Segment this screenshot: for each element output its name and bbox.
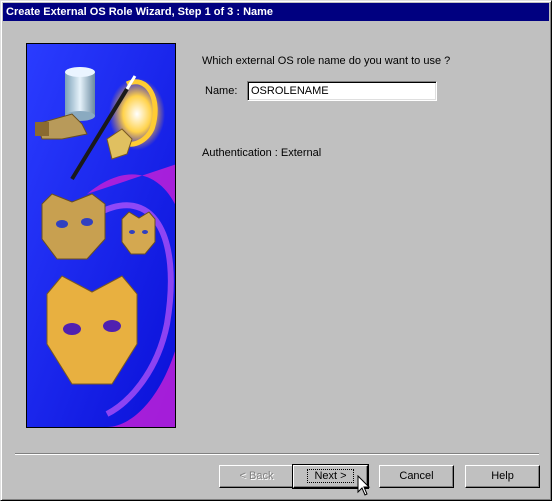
back-button-label: < Back [239,470,274,482]
help-button[interactable]: Help [465,465,540,488]
wizard-illustration [26,43,176,428]
button-separator [15,453,539,455]
authentication-text: Authentication : External [202,147,322,159]
wizard-window: Create External OS Role Wizard, Step 1 o… [0,0,552,501]
name-label: Name: [205,85,237,97]
next-button-label: Next > [307,469,354,483]
cancel-button[interactable]: Cancel [379,465,454,488]
name-label-text: Name: [205,85,238,97]
window-title: Create External OS Role Wizard, Step 1 o… [3,3,549,21]
role-name-input[interactable] [247,81,437,101]
role-name-question: Which external OS role name do you want … [202,55,451,67]
mouse-pointer-icon [357,475,371,496]
back-button[interactable]: < Back [219,465,294,488]
cancel-button-label: Cancel [399,470,434,482]
help-button-label: Help [491,470,514,482]
